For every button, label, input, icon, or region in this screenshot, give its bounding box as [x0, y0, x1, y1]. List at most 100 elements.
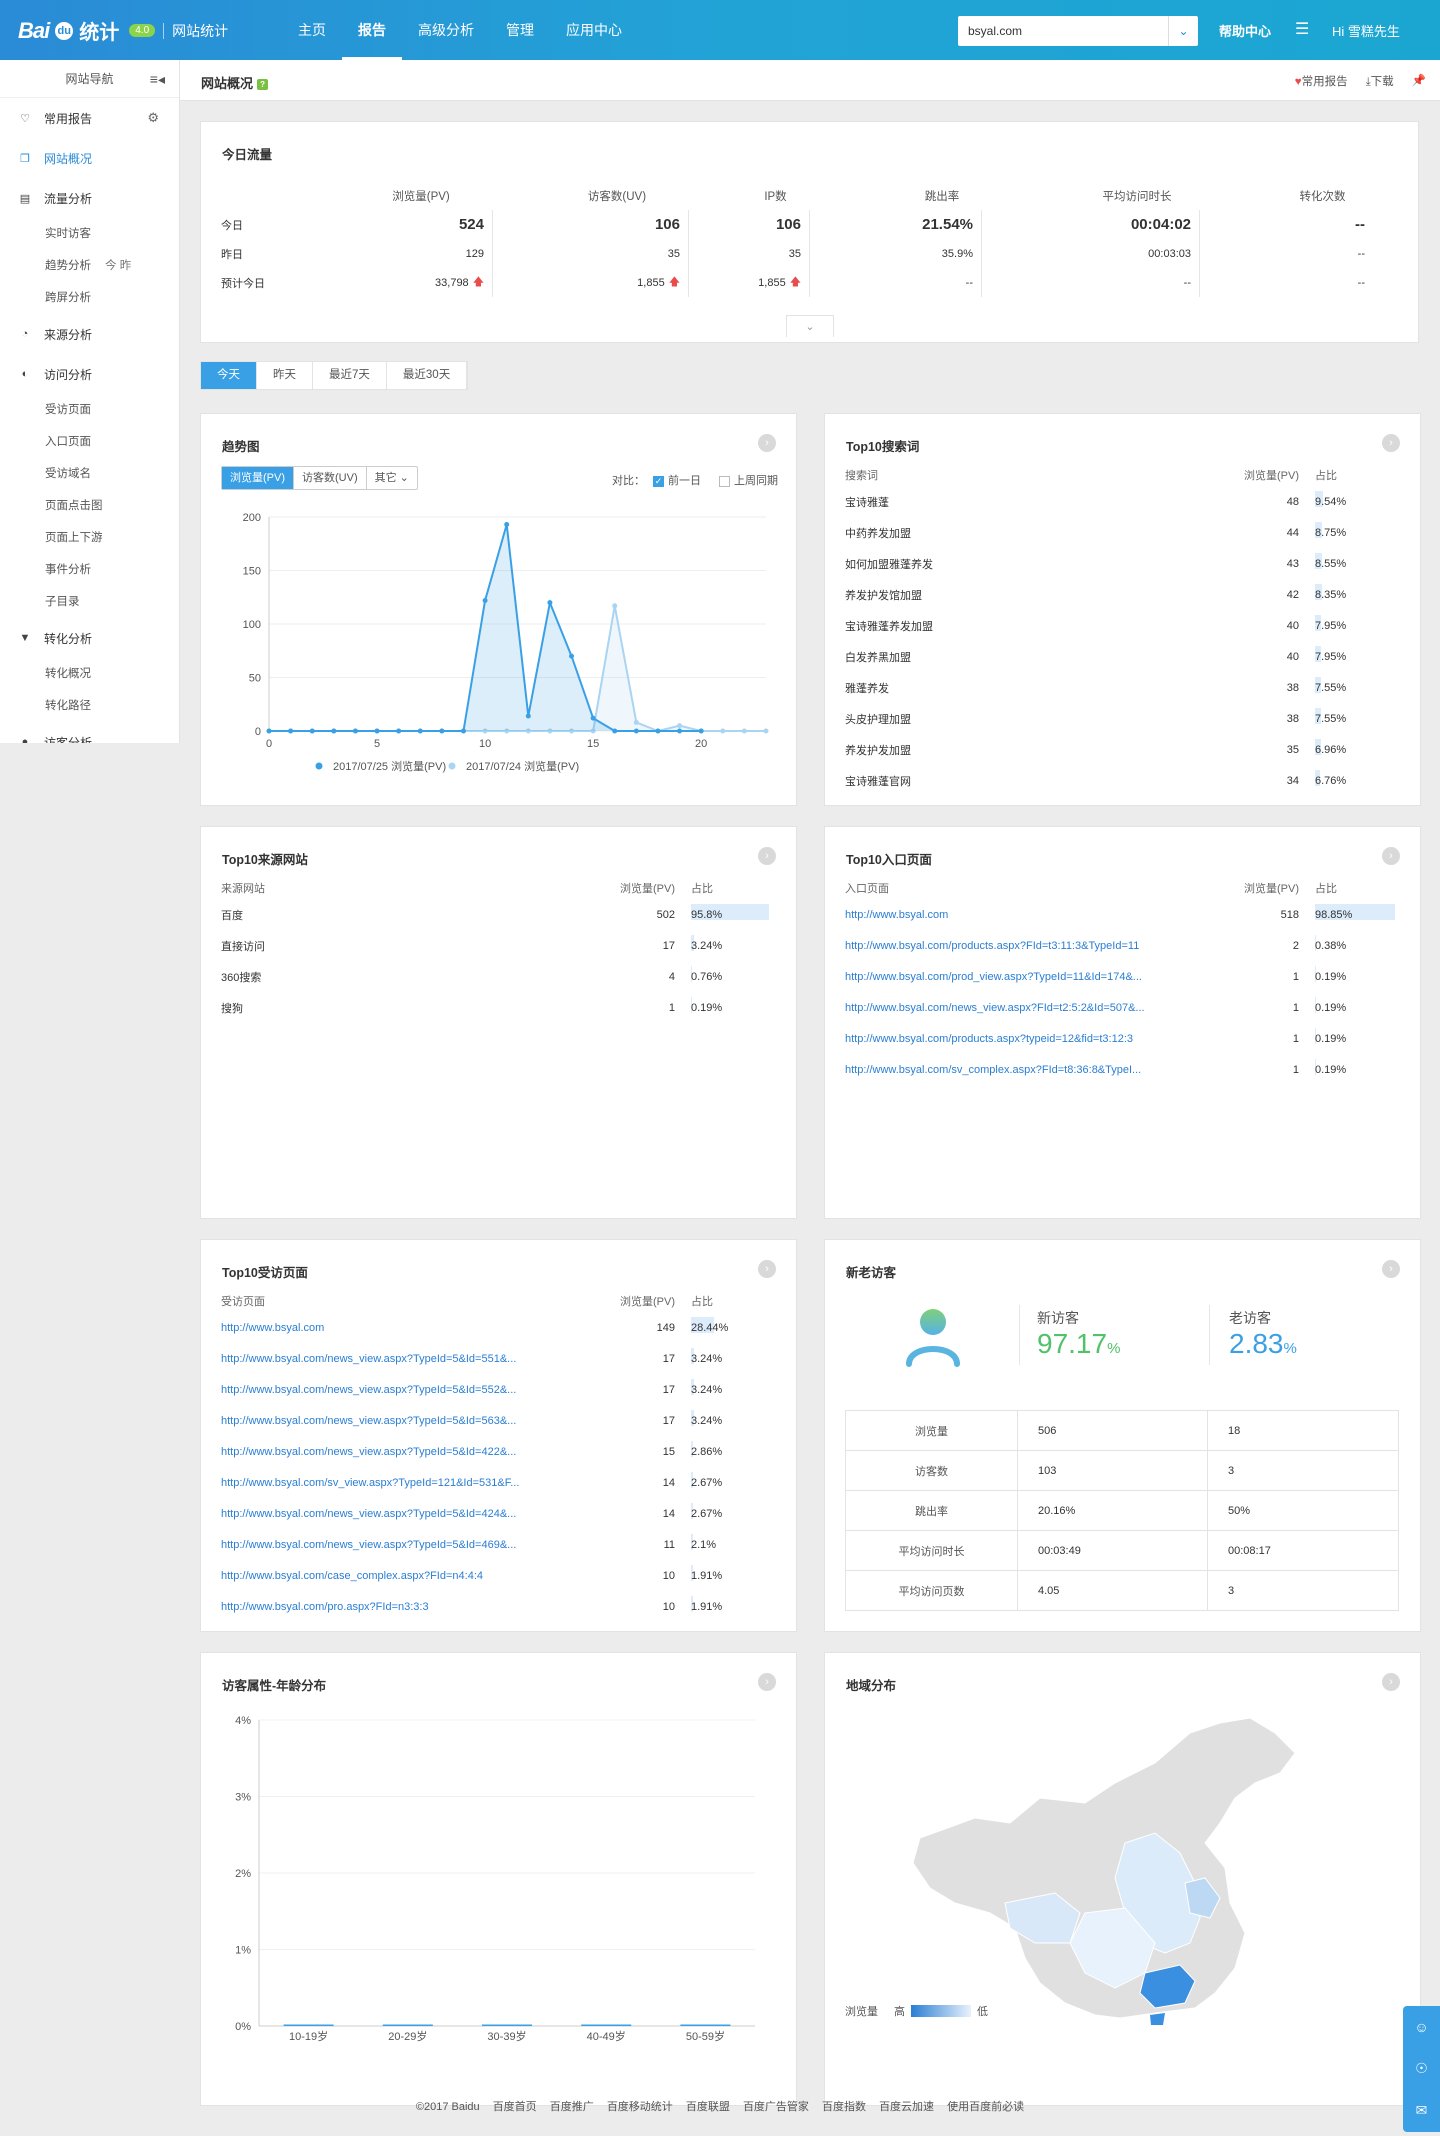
age-chart: 0% 1% 2% 3% 4% 10-19岁 20-29岁 30-39岁 40-49岁 50-59岁 — [235, 1715, 755, 2043]
nav-advanced[interactable]: 高级分析 — [402, 0, 490, 60]
arrow-right-icon[interactable]: › — [1382, 1673, 1400, 1691]
help-icon[interactable]: ? — [257, 79, 269, 91]
row-name[interactable]: http://www.bsyal.com/news_view.aspx?FId=… — [845, 1002, 1235, 1014]
cell: 106 — [493, 210, 689, 239]
arrow-right-icon[interactable]: › — [758, 434, 776, 452]
expand-chevron-icon[interactable]: ⌄ — [786, 315, 834, 337]
x-tick-label: 10 — [479, 738, 491, 750]
sidebar-item-label: 流量分析 — [44, 191, 93, 206]
table-row: http://www.bsyal.com/news_view.aspx?Type… — [221, 1436, 781, 1467]
y-tick-label: 0 — [255, 726, 261, 738]
sidebar-sub-events[interactable]: 事件分析 — [0, 554, 179, 586]
sidebar-item-overview[interactable]: ❐ 网站概况 — [0, 138, 179, 178]
row-name[interactable]: http://www.bsyal.com/sv_view.aspx?TypeId… — [221, 1477, 611, 1489]
chat-icon[interactable]: ✉ — [1416, 2102, 1428, 2119]
row-name[interactable]: http://www.bsyal.com/sv_complex.aspx?FId… — [845, 1064, 1235, 1076]
collapse-sidebar-icon[interactable]: ≡◂ — [150, 60, 165, 98]
row-name[interactable]: http://www.bsyal.com/prod_view.aspx?Type… — [845, 971, 1235, 983]
row-name[interactable]: http://www.bsyal.com — [845, 909, 1235, 921]
sidebar-item-traffic[interactable]: ▤ 流量分析 — [0, 178, 179, 218]
compare-last-week[interactable]: 上周同期 — [719, 472, 778, 488]
metric-pv[interactable]: 浏览量(PV) — [222, 467, 294, 489]
footer-link[interactable]: 百度首页 — [493, 2101, 537, 2113]
sidebar-sub-upstream[interactable]: 页面上下游 — [0, 522, 179, 554]
gear-icon[interactable]: ⚙ — [147, 110, 159, 126]
sidebar-sub-realtime[interactable]: 实时访客 — [0, 218, 179, 250]
sidebar-sub-domains[interactable]: 受访域名 — [0, 458, 179, 490]
arrow-right-icon[interactable]: › — [758, 847, 776, 865]
nav-home[interactable]: 主页 — [282, 0, 342, 60]
pin-icon[interactable]: 📌 — [1412, 73, 1426, 89]
sidebar-item-visitors[interactable]: ● 访客分析 — [0, 722, 179, 744]
row-name[interactable]: http://www.bsyal.com/pro.aspx?FId=n3:3:3 — [221, 1601, 611, 1613]
nav-report[interactable]: 报告 — [342, 0, 402, 60]
compare-week-label: 上周同期 — [734, 475, 778, 487]
row-name[interactable]: http://www.bsyal.com/products.aspx?FId=t… — [845, 940, 1235, 952]
nav-manage[interactable]: 管理 — [490, 0, 550, 60]
footer-link[interactable]: 百度移动统计 — [607, 2101, 673, 2113]
sidebar-sub-conv-path[interactable]: 转化路径 — [0, 690, 179, 722]
nav-apps[interactable]: 应用中心 — [550, 0, 638, 60]
footer-link[interactable]: 使用百度前必读 — [947, 2101, 1024, 2113]
download-button[interactable]: ⤓下载 — [1366, 73, 1394, 89]
tab-last-7-days[interactable]: 最近7天 — [313, 362, 387, 389]
tab-yesterday[interactable]: 昨天 — [257, 362, 313, 389]
cell: 50% — [1207, 1490, 1399, 1531]
tab-last-30-days[interactable]: 最近30天 — [387, 362, 468, 389]
sidebar-sub-entry-pages[interactable]: 入口页面 — [0, 426, 179, 458]
metric-uv[interactable]: 访客数(UV) — [294, 467, 367, 489]
row-name[interactable]: http://www.bsyal.com/news_view.aspx?Type… — [221, 1446, 611, 1458]
col-name: 搜索词 — [845, 470, 878, 482]
footer-link[interactable]: 百度推广 — [550, 2101, 594, 2113]
footer-link[interactable]: 百度广告管家 — [743, 2101, 809, 2113]
favorite-report-button[interactable]: ♥常用报告 — [1295, 73, 1348, 89]
arrow-right-icon[interactable]: › — [758, 1673, 776, 1691]
row-name[interactable]: http://www.bsyal.com/news_view.aspx?Type… — [221, 1508, 611, 1520]
row-name[interactable]: http://www.bsyal.com/news_view.aspx?Type… — [221, 1415, 611, 1427]
row-name[interactable]: http://www.bsyal.com/news_view.aspx?Type… — [221, 1353, 611, 1365]
row-name[interactable]: http://www.bsyal.com/news_view.aspx?Type… — [221, 1539, 611, 1551]
site-select[interactable]: bsyal.com ⌄ — [958, 16, 1198, 46]
user-menu[interactable]: Hi 雪糕先生 — [1332, 21, 1400, 40]
row-name[interactable]: http://www.bsyal.com/case_complex.aspx?F… — [221, 1570, 611, 1582]
sidebar-sub-crossscreen[interactable]: 跨屏分析 — [0, 282, 179, 314]
sidebar-sub-conv-overview[interactable]: 转化概况 — [0, 658, 179, 690]
row-name[interactable]: http://www.bsyal.com/news_view.aspx?Type… — [221, 1384, 611, 1396]
footer-link[interactable]: 百度云加速 — [879, 2101, 934, 2113]
sidebar-item-favorites[interactable]: ♡ 常用报告 ⚙ — [0, 98, 179, 138]
row-name[interactable]: http://www.bsyal.com/products.aspx?typei… — [845, 1033, 1235, 1045]
sidebar-sub-visited-pages[interactable]: 受访页面 — [0, 394, 179, 426]
tab-today[interactable]: 今天 — [201, 362, 257, 389]
checkbox-icon[interactable] — [719, 475, 730, 487]
footer-link[interactable]: 百度指数 — [822, 2101, 866, 2113]
chevron-down-icon[interactable]: ⌄ — [1168, 16, 1198, 46]
arrow-right-icon[interactable]: › — [1382, 1260, 1400, 1278]
table-row: http://www.bsyal.com/products.aspx?FId=t… — [845, 930, 1405, 961]
cell: 35.9% — [810, 239, 982, 268]
sidebar-item-conversion[interactable]: ▼ 转化分析 — [0, 618, 179, 658]
sidebar-item-source[interactable]: ◔ 来源分析 — [0, 314, 179, 354]
sidebar-sub-trend[interactable]: 趋势分析 今 昨 — [0, 250, 179, 282]
pie-icon: ◔ — [21, 328, 29, 340]
arrow-right-icon[interactable]: › — [1382, 847, 1400, 865]
sidebar-sub-clickmap[interactable]: 页面点击图 — [0, 490, 179, 522]
compass-icon[interactable]: ☉ — [1415, 2060, 1428, 2077]
arrow-right-icon[interactable]: › — [758, 1260, 776, 1278]
row-share: 0.19% — [691, 996, 781, 1014]
trend-quick-links[interactable]: 今 昨 — [105, 260, 131, 272]
cell: -- — [982, 268, 1200, 297]
help-center-link[interactable]: 帮助中心 — [1219, 21, 1271, 40]
footer-link[interactable]: 百度联盟 — [686, 2101, 730, 2113]
table-row: 养发护发馆加盟 42 8.35% — [845, 579, 1405, 610]
compare-prev-day[interactable]: ✓ 前一日 — [653, 472, 701, 488]
checkbox-checked-icon[interactable]: ✓ — [653, 475, 664, 487]
card-title: Top10受访页面 — [222, 1266, 308, 1280]
sidebar-item-visit[interactable]: ◐ 访问分析 — [0, 354, 179, 394]
row-name[interactable]: http://www.bsyal.com — [221, 1322, 611, 1334]
feedback-icon[interactable]: ☺ — [1414, 2019, 1428, 2035]
baidu-tongji-logo[interactable]: Bai du 统计 4.0 网站统计 — [18, 16, 228, 45]
arrow-right-icon[interactable]: › — [1382, 434, 1400, 452]
metric-other[interactable]: 其它 ⌄ — [367, 467, 417, 489]
list-menu-icon[interactable]: ☰ — [1295, 19, 1309, 39]
sidebar-sub-subdir[interactable]: 子目录 — [0, 586, 179, 618]
